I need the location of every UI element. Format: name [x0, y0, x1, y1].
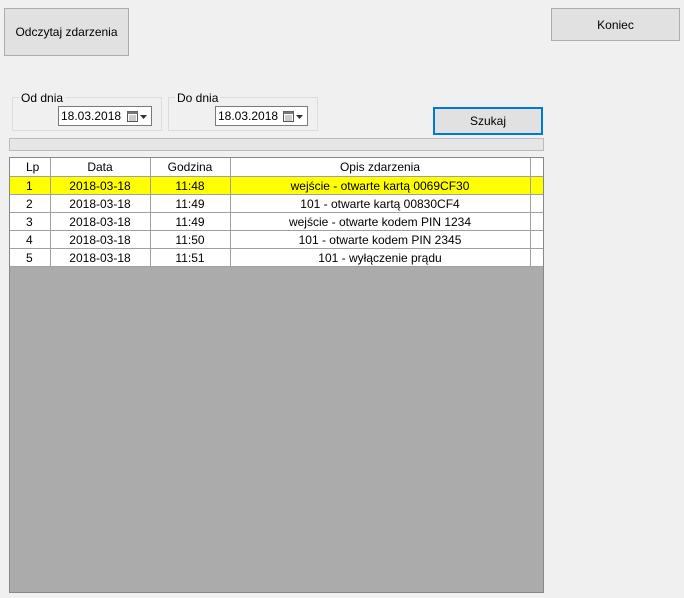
- read-events-label: Odczytaj zdarzenia: [15, 25, 118, 39]
- from-date-label: Od dnia: [19, 91, 66, 105]
- cell-date[interactable]: 2018-03-18: [50, 230, 151, 249]
- header-row: Lp Data Godzina Opis zdarzenia: [10, 158, 543, 177]
- from-date-group: Od dnia 18.03.2018: [12, 91, 162, 131]
- header-filler: [530, 158, 543, 177]
- cell-date[interactable]: 2018-03-18: [50, 176, 151, 195]
- cell-description[interactable]: 101 - otwarte kartą 00830CF4: [230, 194, 531, 213]
- cell-date[interactable]: 2018-03-18: [50, 248, 151, 267]
- from-date-value: 18.03.2018: [61, 109, 122, 123]
- dropdown-arrow-icon[interactable]: [139, 112, 148, 121]
- cell-description[interactable]: 101 - otwarte kodem PIN 2345: [230, 230, 531, 249]
- table-row[interactable]: 2 2018-03-18 11:49 101 - otwarte kartą 0083…: [10, 194, 543, 213]
- cell-lp[interactable]: 2: [10, 194, 51, 213]
- events-grid[interactable]: Lp Data Godzina Opis zdarzenia 1 2018-03-…: [9, 157, 544, 593]
- from-date-picker[interactable]: 18.03.2018: [58, 106, 152, 126]
- cell-lp[interactable]: 5: [10, 248, 51, 267]
- cell-time[interactable]: 11:51: [150, 248, 231, 267]
- cell-lp[interactable]: 3: [10, 212, 51, 231]
- cell-lp[interactable]: 4: [10, 230, 51, 249]
- row-filler: [530, 176, 543, 195]
- end-label: Koniec: [597, 17, 634, 32]
- cell-lp[interactable]: 1: [10, 176, 51, 195]
- col-header-lp[interactable]: Lp: [10, 158, 51, 177]
- table-row[interactable]: 5 2018-03-18 11:51 101 - wyłączenie prądu: [10, 248, 543, 267]
- to-date-group: Do dnia 18.03.2018: [168, 91, 318, 131]
- search-button[interactable]: Szukaj: [433, 107, 543, 135]
- table-row[interactable]: 3 2018-03-18 11:49 wejście - otwarte kodem …: [10, 212, 543, 231]
- cell-date[interactable]: 2018-03-18: [50, 212, 151, 231]
- row-filler: [530, 248, 543, 267]
- cell-description[interactable]: wejście - otwarte kodem PIN 1234: [230, 212, 531, 231]
- read-events-button[interactable]: Odczytaj zdarzenia: [4, 8, 129, 56]
- to-date-picker[interactable]: 18.03.2018: [215, 106, 308, 126]
- calendar-icon: [283, 110, 294, 122]
- col-header-description[interactable]: Opis zdarzenia: [230, 158, 531, 177]
- cell-time[interactable]: 11:49: [150, 212, 231, 231]
- col-header-time[interactable]: Godzina: [150, 158, 231, 177]
- cell-time[interactable]: 11:48: [150, 176, 231, 195]
- end-button[interactable]: Koniec: [551, 8, 680, 41]
- calendar-icon: [127, 110, 138, 122]
- cell-time[interactable]: 11:49: [150, 194, 231, 213]
- to-date-label: Do dnia: [175, 91, 221, 105]
- row-filler: [530, 212, 543, 231]
- table-row[interactable]: 4 2018-03-18 11:50 101 - otwarte kodem PIN …: [10, 230, 543, 249]
- progress-bar: [9, 138, 544, 151]
- col-header-date[interactable]: Data: [50, 158, 151, 177]
- table-row[interactable]: 1 2018-03-18 11:48 wejście - otwarte kartą …: [10, 176, 543, 195]
- cell-time[interactable]: 11:50: [150, 230, 231, 249]
- dropdown-arrow-icon[interactable]: [295, 112, 304, 121]
- cell-description[interactable]: wejście - otwarte kartą 0069CF30: [230, 176, 531, 195]
- row-filler: [530, 230, 543, 249]
- search-label: Szukaj: [469, 114, 507, 128]
- to-date-value: 18.03.2018: [218, 109, 279, 123]
- row-filler: [530, 194, 543, 213]
- cell-description[interactable]: 101 - wyłączenie prądu: [230, 248, 531, 267]
- cell-date[interactable]: 2018-03-18: [50, 194, 151, 213]
- events-table: Lp Data Godzina Opis zdarzenia 1 2018-03-…: [10, 158, 543, 267]
